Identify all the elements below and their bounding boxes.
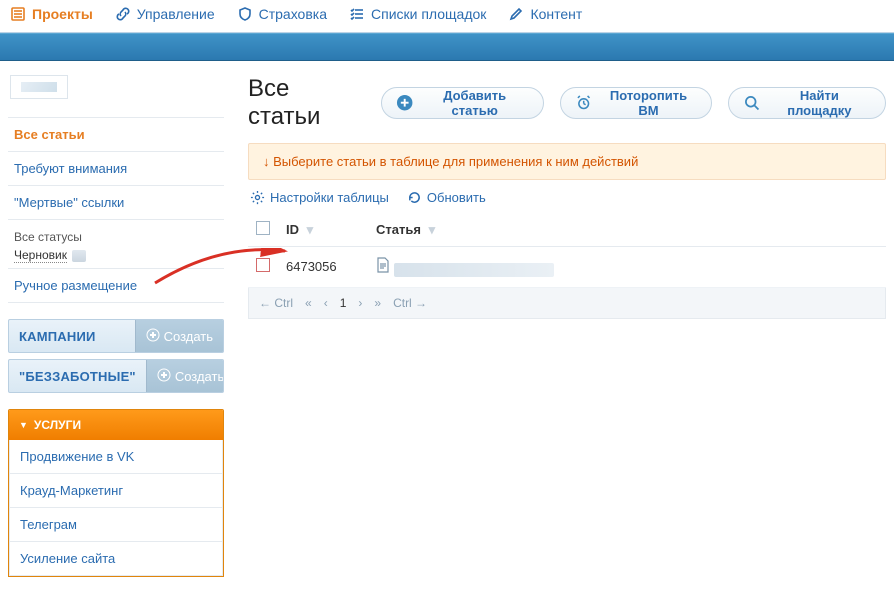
nav-content[interactable]: Контент xyxy=(508,6,582,22)
service-vk[interactable]: Продвижение в VK xyxy=(10,440,222,474)
service-boost[interactable]: Усиление сайта xyxy=(10,542,222,575)
campaigns-group: КАМПАНИИ Создать xyxy=(8,319,224,353)
sidebar: Все статьи Требуют внимания "Мертвые" сс… xyxy=(8,75,224,577)
pen-icon xyxy=(508,6,524,22)
pager-last[interactable]: » xyxy=(374,296,381,310)
row-checkbox[interactable] xyxy=(256,258,270,272)
refresh-label: Обновить xyxy=(427,190,486,205)
service-crowd[interactable]: Крауд-Маркетинг xyxy=(10,474,222,508)
plus-icon xyxy=(146,328,160,345)
nav-projects[interactable]: Проекты xyxy=(10,6,93,22)
sidebar-statuses: Все статусы Черновик xyxy=(8,220,224,269)
find-site-button[interactable]: Найти площадку xyxy=(728,87,886,119)
subheader-bar xyxy=(0,33,894,61)
main-content: Все статьи Добавить статью Поторопить ВМ… xyxy=(248,75,886,319)
carefree-label[interactable]: "БЕЗЗАБОТНЫЕ" xyxy=(9,369,146,384)
gear-icon xyxy=(250,190,265,205)
add-article-label: Добавить статью xyxy=(420,88,529,118)
carefree-group: "БЕЗЗАБОТНЫЕ" Создать xyxy=(8,359,224,393)
services-title: УСЛУГИ xyxy=(34,418,81,432)
link-icon xyxy=(115,6,131,22)
find-site-label: Найти площадку xyxy=(768,88,871,118)
services-panel: ▼ УСЛУГИ Продвижение в VK Крауд-Маркетин… xyxy=(8,409,224,577)
pagination: ← Ctrl « ‹ 1 › » Ctrl → xyxy=(248,288,886,319)
articles-table: ID ▾ Статья ▾ 6473056 xyxy=(248,213,886,288)
nav-projects-label: Проекты xyxy=(32,6,93,22)
pager-prev-hint: ← Ctrl xyxy=(259,296,293,310)
filter-icon[interactable]: ▾ xyxy=(429,222,436,237)
search-icon xyxy=(743,94,760,112)
shield-icon xyxy=(237,6,253,22)
table-settings-link[interactable]: Настройки таблицы xyxy=(250,190,389,205)
carefree-create-button[interactable]: Создать xyxy=(146,360,224,392)
refresh-icon xyxy=(407,190,422,205)
plus-circle-icon xyxy=(396,94,413,112)
list-icon xyxy=(10,6,26,22)
hurry-label: Поторопить ВМ xyxy=(600,88,698,118)
nav-insurance[interactable]: Страховка xyxy=(237,6,327,22)
alarm-icon xyxy=(575,94,592,112)
row-article-title[interactable] xyxy=(394,263,554,277)
hurry-button[interactable]: Поторопить ВМ xyxy=(560,87,712,119)
status-all-label: Все статусы xyxy=(14,230,218,244)
document-icon xyxy=(376,261,394,276)
services-header[interactable]: ▼ УСЛУГИ xyxy=(9,410,223,440)
sidebar-need-attention[interactable]: Требуют внимания xyxy=(8,152,224,186)
nav-sites-label: Списки площадок xyxy=(371,6,486,22)
carefree-create-label: Создать xyxy=(175,369,224,384)
notice-bar: ↓ Выберите статьи в таблице для применен… xyxy=(248,143,886,180)
campaigns-create-button[interactable]: Создать xyxy=(135,320,223,352)
nav-manage-label: Управление xyxy=(137,6,215,22)
pager-first[interactable]: « xyxy=(305,296,312,310)
top-nav: Проекты Управление Страховка Списки площ… xyxy=(0,0,894,33)
plus-icon xyxy=(157,368,171,385)
status-draft-count xyxy=(72,250,86,262)
nav-insurance-label: Страховка xyxy=(259,6,327,22)
column-id[interactable]: ID xyxy=(286,222,299,237)
campaigns-label[interactable]: КАМПАНИИ xyxy=(9,329,135,344)
column-article[interactable]: Статья xyxy=(376,222,421,237)
table-settings-label: Настройки таблицы xyxy=(270,190,389,205)
nav-sites[interactable]: Списки площадок xyxy=(349,6,486,22)
pager-current: 1 xyxy=(340,296,347,310)
status-draft[interactable]: Черновик xyxy=(14,248,67,263)
add-article-button[interactable]: Добавить статью xyxy=(381,87,545,119)
sidebar-manual-placement[interactable]: Ручное размещение xyxy=(8,269,224,303)
pager-next[interactable]: › xyxy=(358,296,362,310)
row-id: 6473056 xyxy=(286,259,337,274)
table-row[interactable]: 6473056 xyxy=(248,247,886,288)
filter-icon[interactable]: ▾ xyxy=(307,222,314,237)
checklist-icon xyxy=(349,6,365,22)
select-all-checkbox[interactable] xyxy=(256,221,270,235)
nav-content-label: Контент xyxy=(530,6,582,22)
campaigns-create-label: Создать xyxy=(164,329,213,344)
caret-down-icon: ▼ xyxy=(19,420,28,430)
sidebar-dead-links[interactable]: "Мертвые" ссылки xyxy=(8,186,224,220)
sidebar-all-articles[interactable]: Все статьи xyxy=(8,118,224,152)
pager-prev[interactable]: ‹ xyxy=(324,296,328,310)
project-logo[interactable] xyxy=(10,75,68,99)
nav-manage[interactable]: Управление xyxy=(115,6,215,22)
page-title: Все статьи xyxy=(248,75,365,131)
refresh-link[interactable]: Обновить xyxy=(407,190,486,205)
service-telegram[interactable]: Телеграм xyxy=(10,508,222,542)
pager-next-hint: Ctrl → xyxy=(393,296,427,310)
